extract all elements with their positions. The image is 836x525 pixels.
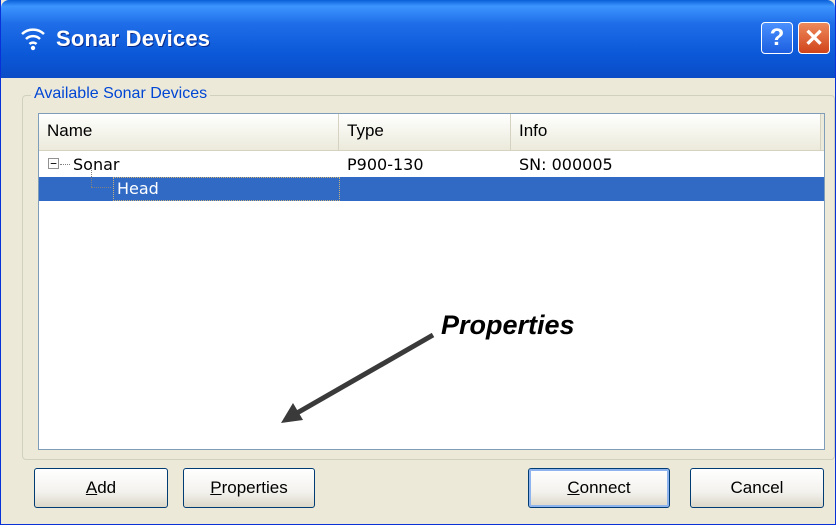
wifi-signal-icon [19, 22, 47, 56]
row-name: Head [113, 177, 340, 201]
group-legend: Available Sonar Devices [31, 85, 211, 103]
connect-button[interactable]: Connect [528, 468, 670, 508]
device-list[interactable]: Name Type Info − Sonar P900-130 SN: 0000… [38, 113, 825, 450]
window-title: Sonar Devices [56, 26, 211, 51]
tree-row-head[interactable]: Head [39, 167, 824, 201]
sonar-devices-dialog: Sonar Devices ? ✕ Available Sonar Device… [0, 0, 836, 525]
tree-row-sonar[interactable]: − Sonar P900-130 SN: 000005 [39, 153, 824, 177]
cancel-button[interactable]: Cancel [690, 468, 824, 508]
row-info: SN: 000005 [519, 155, 613, 174]
row-type: P900-130 [347, 155, 424, 174]
title-bar[interactable]: Sonar Devices ? ✕ [1, 0, 835, 78]
tree-connector [91, 187, 111, 188]
row-name: Sonar [73, 155, 120, 174]
column-header-info[interactable]: Info [511, 114, 821, 150]
column-header-type[interactable]: Type [339, 114, 511, 150]
annotation-label: Properties [441, 310, 575, 340]
help-button[interactable]: ? [761, 22, 793, 54]
column-header-name[interactable]: Name [39, 114, 339, 150]
properties-button[interactable]: Properties [183, 468, 315, 508]
close-button[interactable]: ✕ [798, 22, 830, 54]
minus-box-icon[interactable]: − [48, 158, 59, 169]
tree-connector [60, 164, 70, 165]
tree-connector [91, 167, 92, 187]
list-header: Name Type Info [39, 114, 824, 151]
add-button[interactable]: Add [34, 468, 168, 508]
